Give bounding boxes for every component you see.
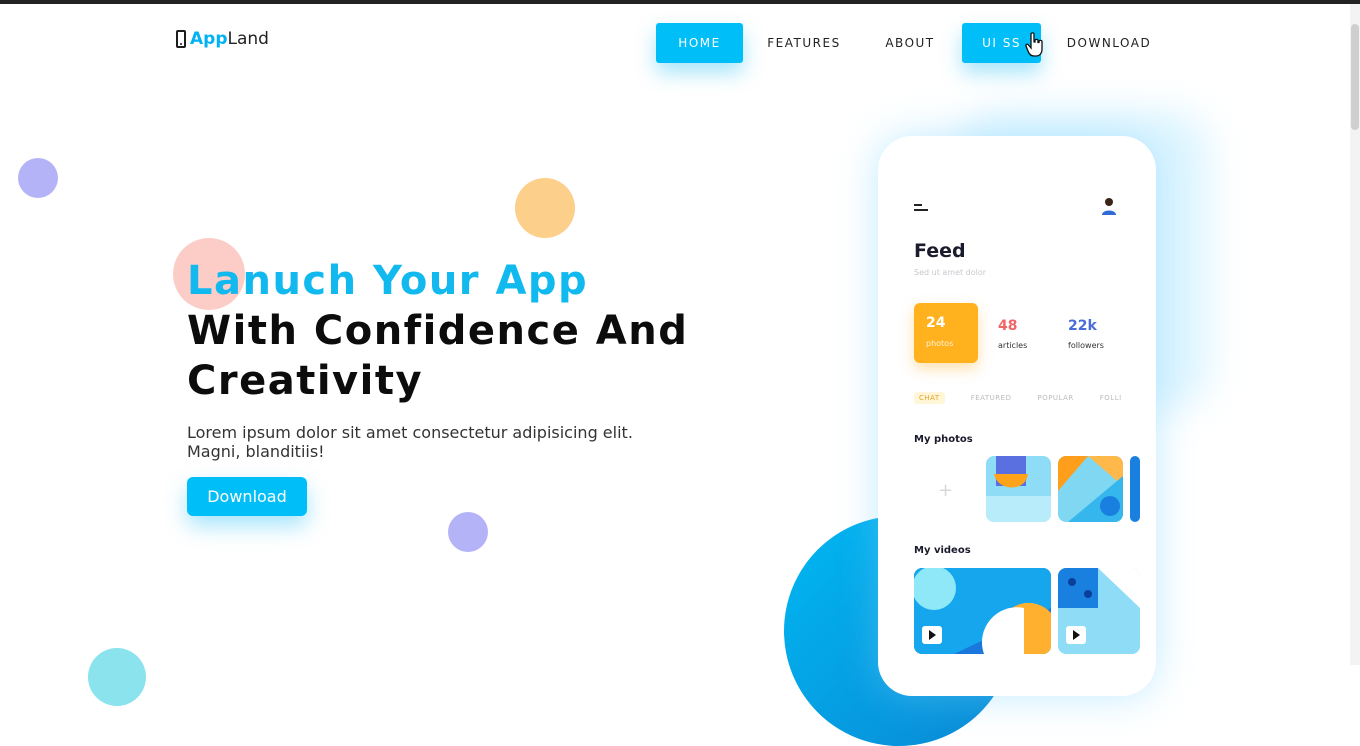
stat-followers-value: 22k — [1068, 318, 1097, 334]
play-icon[interactable] — [922, 626, 942, 644]
tab-popular[interactable]: POPULAR — [1037, 394, 1073, 404]
hero-title-line1: Lanuch Your App — [187, 258, 589, 304]
stat-photos-label: photos — [926, 339, 954, 348]
scrollbar-thumb[interactable] — [1351, 24, 1359, 130]
play-icon[interactable] — [1066, 626, 1086, 644]
nav-home[interactable]: HOME — [656, 23, 743, 63]
hero-description: Lorem ipsum dolor sit amet consectetur a… — [187, 423, 633, 461]
hero-title-line2: With Confidence And — [187, 308, 689, 354]
nav-about[interactable]: ABOUT — [874, 23, 946, 63]
browser-top-edge — [0, 0, 1360, 4]
stat-photos-card: 24 photos — [914, 303, 978, 363]
video-thumb-1[interactable] — [914, 568, 1051, 654]
decor-circle-cyan — [88, 648, 146, 706]
tab-chat[interactable]: CHAT — [914, 392, 945, 404]
logo-app-text: App — [190, 29, 228, 49]
stat-articles-value: 48 — [998, 318, 1018, 334]
tab-featured[interactable]: FEATURED — [971, 394, 1012, 404]
nav-features[interactable]: FEATURES — [761, 23, 847, 63]
stat-photos-value: 24 — [926, 315, 946, 331]
photo-thumb-1[interactable] — [986, 456, 1051, 522]
stat-articles: 48 articles — [998, 318, 1027, 350]
avatar — [1102, 198, 1116, 215]
tab-following[interactable]: FOLLI — [1100, 394, 1122, 404]
stat-articles-label: articles — [998, 341, 1028, 350]
hand-cursor-icon — [1025, 32, 1043, 57]
download-button[interactable]: Download — [187, 477, 307, 516]
phone-icon — [176, 30, 186, 48]
logo-land-text: Land — [227, 29, 269, 49]
phone-mockup: Feed Sed ut amet dolor 24 photos 48 arti… — [878, 136, 1156, 696]
logo[interactable]: App Land — [176, 29, 269, 49]
phone-tabs: CHAT FEATURED POPULAR FOLLI — [914, 392, 1148, 404]
hero-title-line3: Creativity — [187, 358, 424, 404]
photo-thumb-3[interactable] — [1130, 456, 1140, 522]
plus-icon[interactable]: + — [938, 480, 953, 501]
nav-download[interactable]: DOWNLOAD — [1063, 23, 1155, 63]
my-videos-label: My videos — [914, 545, 971, 556]
scrollbar[interactable] — [1350, 4, 1360, 665]
photo-thumb-2[interactable] — [1058, 456, 1123, 522]
menu-icon — [914, 204, 928, 212]
decor-circle-orange — [515, 178, 575, 238]
my-photos-label: My photos — [914, 434, 973, 445]
decor-circle-purple-left — [18, 158, 58, 198]
stat-followers: 22k followers — [1068, 318, 1104, 350]
stat-followers-label: followers — [1068, 341, 1104, 350]
feed-title: Feed — [914, 240, 966, 262]
decor-circle-purple-bottom — [448, 512, 488, 552]
video-thumb-2[interactable] — [1058, 568, 1140, 654]
feed-subtitle: Sed ut amet dolor — [914, 268, 987, 277]
